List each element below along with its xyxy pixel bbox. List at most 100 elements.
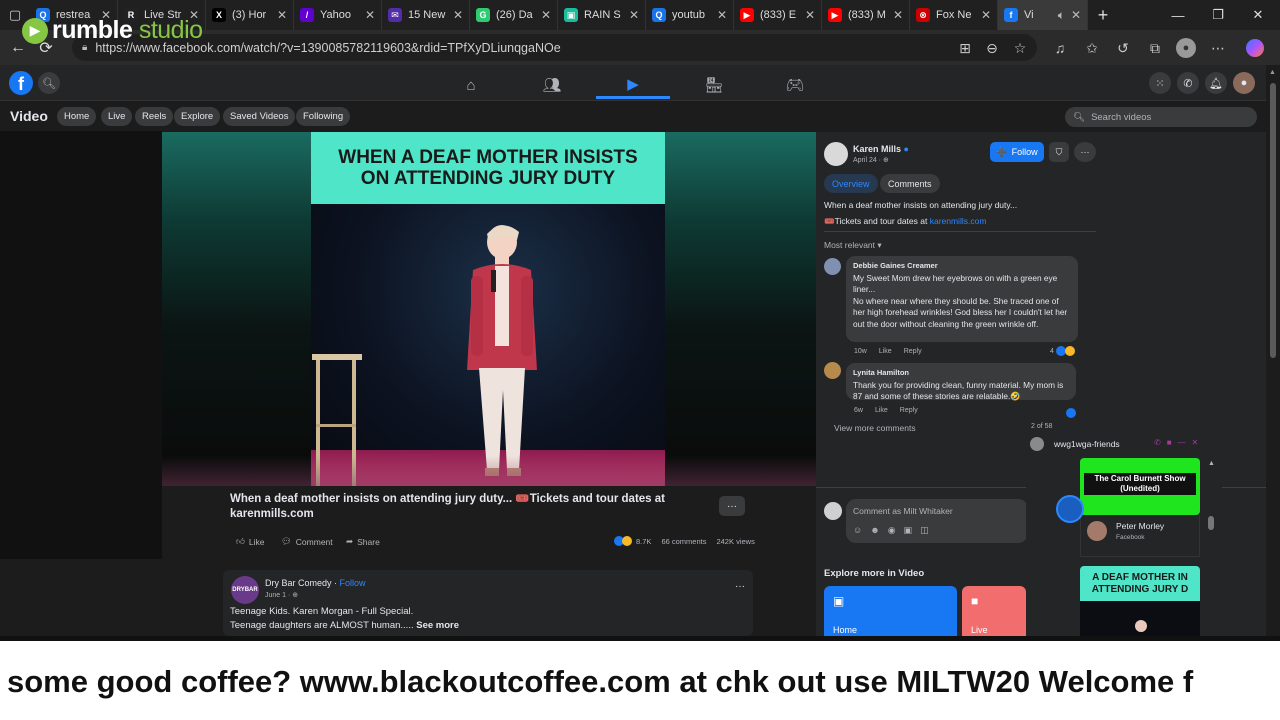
tab-comments[interactable]: Comments [880, 174, 940, 193]
follow-button[interactable]: ➕ Follow [990, 142, 1044, 162]
tab-close-icon[interactable]: ✕ [277, 8, 287, 22]
video-search-input[interactable]: 🔍︎ Search videos [1065, 107, 1257, 127]
minimize-chat-icon[interactable]: — [1178, 438, 1186, 447]
gif-icon[interactable]: ▣ [904, 525, 913, 536]
nav-friends-icon[interactable]: 👥︎ [515, 71, 589, 99]
explore-card-live[interactable]: ■ Live [962, 586, 1026, 636]
nav-video-icon[interactable]: ▶ [596, 71, 670, 99]
close-window-button[interactable]: ✕ [1238, 0, 1278, 30]
tab-close-icon[interactable]: ✕ [981, 8, 991, 22]
pill-following[interactable]: Following [296, 107, 351, 126]
read-aloud-icon[interactable]: ♫ [1050, 38, 1070, 58]
video-player[interactable]: WHEN A DEAF MOTHER INSISTS ON ATTENDING J… [162, 132, 816, 486]
view-more-comments-link[interactable]: View more comments [834, 423, 916, 433]
author-avatar[interactable] [824, 142, 848, 166]
comment-reply-link[interactable]: Reply [904, 348, 922, 355]
nav-home-icon[interactable]: ⌂ [434, 71, 508, 99]
nav-marketplace-icon[interactable]: 🏪︎ [677, 71, 751, 99]
see-more-link[interactable]: See more [416, 620, 459, 631]
nav-gaming-icon[interactable]: 🎮︎ [758, 71, 832, 99]
tab-overview[interactable]: Overview [824, 174, 878, 193]
browser-tab[interactable]: ⊗ Fox Ne ✕ [910, 0, 998, 30]
comments-count[interactable]: 66 comments [661, 537, 706, 546]
comment-input[interactable]: Comment as Milt Whitaker ☺ ☻ ◉ ▣ ◫ [846, 499, 1028, 543]
shield-button[interactable]: ⛉ [1049, 142, 1069, 162]
menu-grid-icon[interactable]: ⁙ [1149, 72, 1171, 94]
browser-tab[interactable]: ▶ (833) E ✕ [734, 0, 822, 30]
comment-reactions[interactable]: 4 [1050, 346, 1075, 356]
comment-like-link[interactable]: Like [879, 348, 892, 355]
tab-audio-icon[interactable]: 🔈︎ [1058, 8, 1065, 23]
pill-reels[interactable]: Reels [135, 107, 174, 126]
comment-button[interactable]: 💬︎ Comment [281, 536, 333, 547]
avatar-sticker-icon[interactable]: ☺ [853, 525, 862, 536]
call-icon[interactable]: ✆ [1154, 438, 1161, 447]
share-button[interactable]: ➦ Share [346, 536, 380, 547]
comment-reactions[interactable] [1066, 405, 1076, 423]
reaction-count[interactable]: 8.7K [636, 537, 651, 546]
tab-close-icon[interactable]: ✕ [365, 8, 375, 22]
close-chat-icon[interactable]: ✕ [1192, 438, 1199, 447]
favorite-star-icon[interactable]: ☆ [1010, 38, 1030, 58]
scroll-up-icon[interactable]: ▲ [1208, 460, 1215, 467]
explore-card-home[interactable]: ▣ Home [824, 586, 957, 636]
profile-avatar[interactable]: ● [1176, 38, 1196, 58]
scrollbar-thumb[interactable] [1270, 83, 1276, 358]
post-page-name[interactable]: Dry Bar Comedy [265, 578, 332, 588]
messenger-icon[interactable]: ✆ [1177, 72, 1199, 94]
tab-close-icon[interactable]: ✕ [717, 8, 727, 22]
browser-tab[interactable]: Qyoutub ✕ [646, 0, 734, 30]
chat-scrollbar[interactable] [1208, 516, 1214, 530]
commenter-avatar[interactable] [824, 258, 841, 275]
browser-tab[interactable]: f Vi 🔈︎ ✕ [998, 0, 1088, 30]
scroll-up-arrow-icon[interactable]: ▲ [1269, 69, 1276, 76]
emoji-icon[interactable]: ☻ [870, 525, 879, 536]
comment-reply-link[interactable]: Reply [900, 407, 918, 414]
browser-tab[interactable]: X (3) Hor ✕ [206, 0, 294, 30]
browser-tab[interactable]: G (26) Da ✕ [470, 0, 558, 30]
tab-close-icon[interactable]: ✕ [893, 8, 903, 22]
commenter-name[interactable]: Lynita Hamilton [853, 367, 1069, 379]
page-scrollbar[interactable]: ▲ [1266, 65, 1280, 636]
favorites-icon[interactable]: ✩ [1082, 38, 1102, 58]
drybar-logo[interactable]: DRYBAR [231, 576, 259, 604]
browser-tab[interactable]: ▶ (833) M ✕ [822, 0, 910, 30]
panel-more-button[interactable]: ··· [1074, 142, 1096, 162]
tab-close-icon[interactable]: ✕ [453, 8, 463, 22]
camera-icon[interactable]: ◉ [888, 525, 896, 536]
sticker-icon[interactable]: ◫ [920, 525, 929, 536]
account-avatar[interactable]: ● [1233, 72, 1255, 94]
new-tab-button[interactable]: + [1088, 5, 1118, 26]
apps-icon[interactable]: ⊞ [955, 38, 975, 58]
browser-tab[interactable]: ▣ RAIN S ✕ [558, 0, 646, 30]
tab-close-icon[interactable]: ✕ [805, 8, 815, 22]
url-field[interactable]: 🔒︎ https://www.facebook.com/watch/?v=139… [72, 34, 1037, 61]
commenter-avatar[interactable] [824, 362, 841, 379]
chat-bubble-avatar[interactable] [1056, 495, 1084, 523]
post-follow-link[interactable]: Follow [340, 578, 366, 588]
chat-thumbnail-carol-burnett[interactable]: The Carol Burnett Show (Unedited) [1080, 458, 1200, 515]
facebook-logo-icon[interactable]: f [9, 71, 33, 95]
tab-close-icon[interactable]: ✕ [541, 8, 551, 22]
comment-like-link[interactable]: Like [875, 407, 888, 414]
like-button[interactable]: 👍︎ Like [236, 536, 264, 547]
chat-title[interactable]: wwg1wga-friends [1054, 439, 1120, 449]
pill-saved-videos[interactable]: Saved Videos [223, 107, 296, 126]
pill-live[interactable]: Live [101, 107, 133, 126]
tab-close-icon[interactable]: ✕ [1071, 8, 1081, 22]
chat-thumbnail-deaf-mother[interactable]: A DEAF MOTHER IN ATTENDING JURY D [1080, 566, 1200, 636]
notifications-bell-icon[interactable]: 🔔︎ [1205, 72, 1227, 94]
more-menu-icon[interactable]: ⋯ [1208, 38, 1228, 58]
zoom-icon[interactable]: ⊖ [982, 38, 1002, 58]
video-more-options-button[interactable]: ··· [719, 496, 745, 516]
commenter-name[interactable]: Debbie Gaines Creamer [853, 260, 1071, 272]
video-call-icon[interactable]: ■ [1167, 438, 1172, 447]
pill-home[interactable]: Home [57, 107, 97, 126]
maximize-button[interactable]: ❐ [1198, 0, 1238, 30]
sort-dropdown[interactable]: Most relevant ▾ [824, 240, 882, 251]
browser-tab[interactable]: ✉ 15 New ✕ [382, 0, 470, 30]
chat-member-card[interactable]: Peter Morley Facebook [1080, 515, 1200, 557]
minimize-button[interactable]: — [1158, 0, 1198, 30]
extensions-icon[interactable]: ⧉ [1145, 38, 1165, 58]
post-more-options-button[interactable]: ··· [727, 576, 753, 596]
